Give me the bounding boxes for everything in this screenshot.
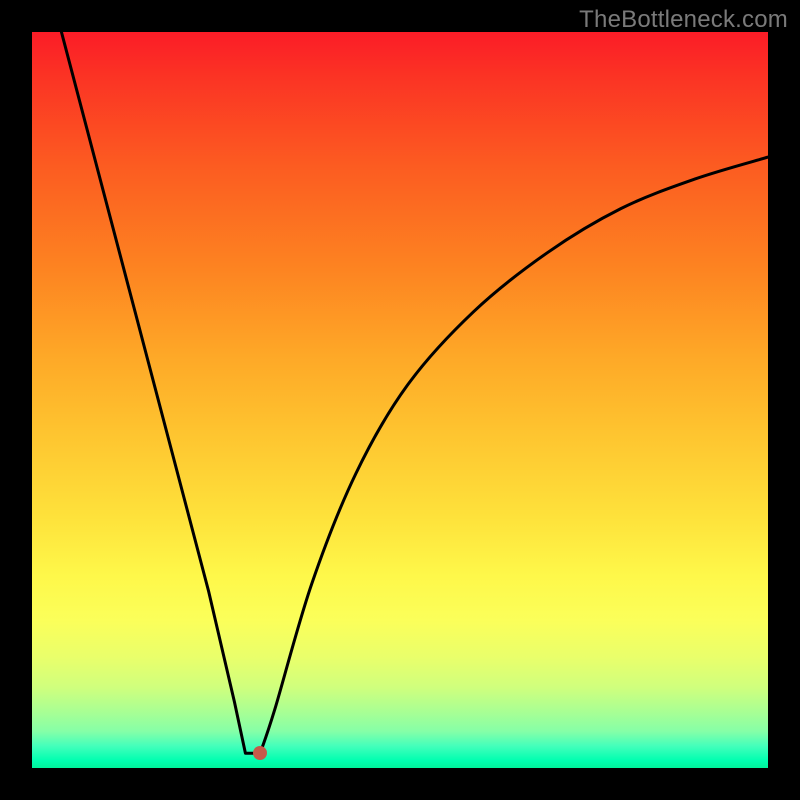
curve-path — [61, 32, 768, 753]
bottleneck-curve — [32, 32, 768, 768]
watermark-text: TheBottleneck.com — [579, 6, 788, 34]
plot-area — [32, 32, 768, 768]
chart-frame: TheBottleneck.com — [0, 0, 800, 800]
optimal-point-marker — [253, 746, 267, 760]
